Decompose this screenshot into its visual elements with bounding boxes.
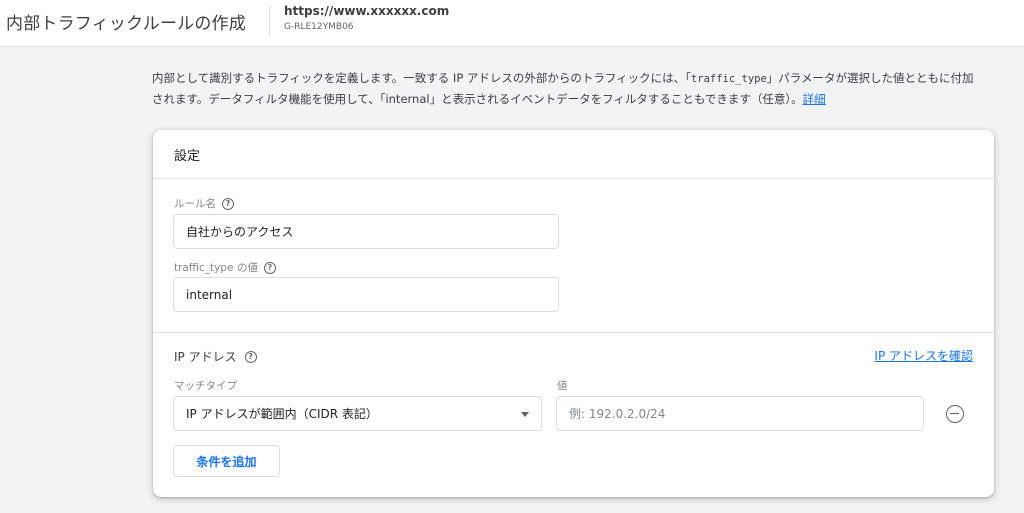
site-url: https://www.xxxxxx.com [284, 4, 450, 18]
title-divider [269, 6, 270, 36]
description-part1: 内部として識別するトラフィックを定義します。一致する IP アドレスの外部からの… [152, 71, 691, 85]
traffic-type-label-text: traffic_type の値 [174, 262, 258, 274]
add-condition-button[interactable]: 条件を追加 [173, 445, 280, 477]
help-icon[interactable]: ? [263, 261, 276, 274]
learn-more-link[interactable]: 詳細 [803, 92, 826, 106]
ip-section-title-text: IP アドレス [174, 350, 237, 364]
traffic-type-label: traffic_type の値 ? [174, 260, 276, 275]
ip-section-title: IP アドレス ? [174, 348, 257, 365]
description-text: 内部として識別するトラフィックを定義します。一致する IP アドレスの外部からの… [152, 68, 982, 109]
top-bar: 内部トラフィックルールの作成 https://www.xxxxxx.com G-… [0, 0, 1024, 47]
match-type-label: マッチタイプ [174, 380, 237, 392]
card-header: 設定 [153, 130, 994, 179]
traffic-type-input[interactable]: internal [173, 277, 559, 312]
match-type-value: IP アドレスが範囲内（CIDR 表記） [186, 407, 378, 421]
page-title: 内部トラフィックルールの作成 [6, 14, 246, 34]
rule-name-label: ルール名 ? [174, 196, 234, 211]
settings-card: 設定 ルール名 ? 自社からのアクセス traffic_type の値 ? in… [153, 130, 994, 497]
help-icon[interactable]: ? [244, 350, 257, 363]
remove-circle-icon[interactable] [946, 405, 964, 423]
section-divider [153, 332, 994, 333]
card-title: 設定 [174, 149, 201, 164]
chevron-down-icon [521, 412, 529, 417]
help-icon[interactable]: ? [222, 197, 234, 210]
verify-ip-link[interactable]: IP アドレスを確認 [874, 347, 973, 364]
rule-name-label-text: ルール名 [174, 198, 216, 210]
value-label: 値 [557, 380, 568, 392]
description-param: traffic_type [690, 73, 767, 85]
measurement-id: G-RLE12YMB06 [284, 22, 354, 32]
ip-value-input[interactable] [556, 396, 924, 431]
match-type-select[interactable]: IP アドレスが範囲内（CIDR 表記） [173, 396, 542, 431]
rule-name-input[interactable]: 自社からのアクセス [173, 214, 559, 249]
